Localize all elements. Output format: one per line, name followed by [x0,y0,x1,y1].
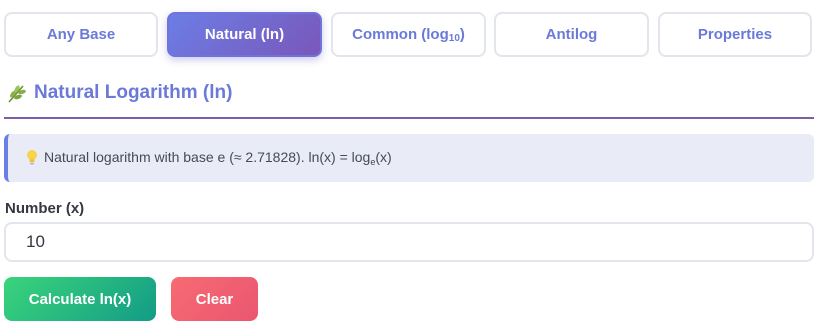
tab-label: Common (log10) [352,25,465,44]
log-calculator-panel: Any Base Natural (ln) Common (log10) Ant… [0,0,821,330]
clear-button[interactable]: Clear [171,277,258,321]
tab-properties[interactable]: Properties [658,12,812,57]
info-text: Natural logarithm with base e (≈ 2.71828… [44,149,392,167]
page-title: Natural Logarithm (ln) [34,82,233,103]
info-box: Natural logarithm with base e (≈ 2.71828… [4,134,814,182]
leaf-icon [8,85,26,103]
tab-label: Antilog [545,26,598,43]
tab-common-log10[interactable]: Common (log10) [331,12,486,57]
number-input[interactable] [4,222,814,262]
tab-label: Natural (ln) [204,26,285,43]
tab-any-base[interactable]: Any Base [4,12,158,57]
tab-label: Any Base [46,26,116,43]
tab-antilog[interactable]: Antilog [494,12,649,57]
number-field-label: Number (x) [5,200,85,217]
calculate-button[interactable]: Calculate ln(x) [4,277,156,321]
lightbulb-icon [27,150,37,165]
section-header: Natural Logarithm (ln) [4,81,814,119]
tab-natural-ln[interactable]: Natural (ln) [167,12,322,57]
tab-label: Properties [697,26,773,43]
